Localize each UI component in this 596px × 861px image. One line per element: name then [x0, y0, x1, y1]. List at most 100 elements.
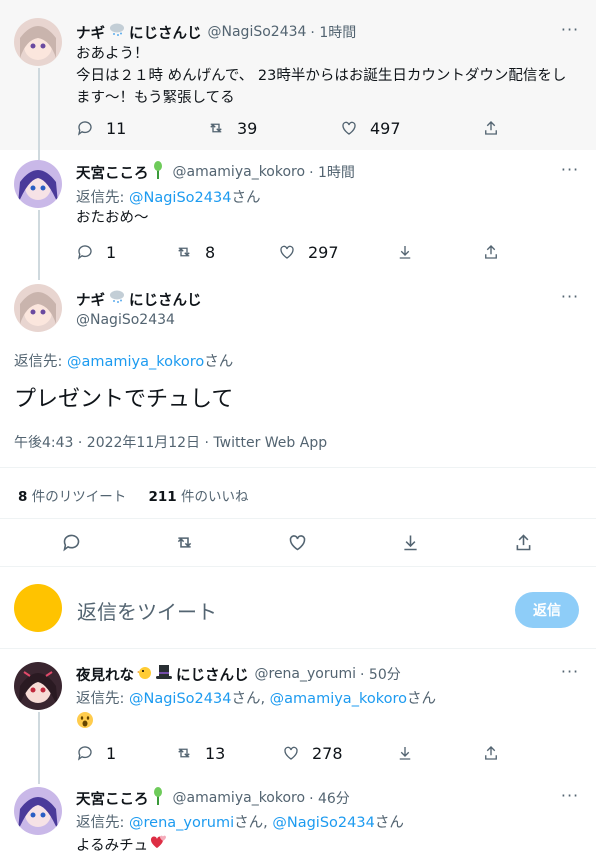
- tweet-text: よるみチュ: [76, 834, 168, 857]
- retweet-button[interactable]: 39: [207, 117, 257, 139]
- like-button[interactable]: 278: [282, 742, 343, 764]
- reply-count: 1: [106, 242, 117, 262]
- tweet-text-line: おあよう！: [76, 46, 149, 62]
- tweet-header: 天宮こころ @amamiya_kokoro · 46分: [76, 787, 350, 809]
- divider: [0, 648, 596, 649]
- tweet-header: 天宮こころ @amamiya_kokoro · 1時間: [76, 161, 355, 183]
- like-icon: [280, 245, 294, 259]
- retweet-stat-label: 件のリツイート: [27, 489, 127, 505]
- retweet-icon: [178, 247, 190, 257]
- like-icon: [289, 534, 306, 550]
- reply-prefix: 返信先:: [76, 815, 129, 831]
- replying-to: 返信先: @NagiSo2434さん: [76, 186, 260, 207]
- retweet-button[interactable]: [174, 531, 195, 553]
- reply-icon: [77, 245, 92, 260]
- avatar[interactable]: [14, 662, 62, 710]
- share-button[interactable]: [482, 117, 500, 139]
- retweet-icon: [178, 748, 190, 758]
- more-icon[interactable]: ···: [560, 788, 580, 810]
- retweet-icon: [210, 123, 222, 133]
- mention-link[interactable]: @NagiSo2434: [272, 815, 374, 831]
- user-handle[interactable]: @NagiSo2434: [208, 24, 307, 40]
- timestamp[interactable]: · 46分: [309, 788, 350, 808]
- display-name-suffix[interactable]: にじさんじ: [129, 22, 202, 43]
- display-name[interactable]: 天宮こころ: [76, 788, 149, 809]
- tweet-text-line: ます〜！もう緊張してる: [76, 90, 235, 106]
- reply-input[interactable]: 返信をツイート: [77, 596, 217, 625]
- thread-line: [38, 712, 40, 784]
- share-button[interactable]: [482, 742, 500, 764]
- more-icon[interactable]: ···: [560, 664, 580, 686]
- cloud-emoji: [108, 22, 126, 42]
- more-icon[interactable]: ···: [560, 289, 580, 311]
- thread-line: [38, 150, 40, 160]
- handle-row: @NagiSo2434: [76, 310, 175, 330]
- display-name[interactable]: ナギ: [76, 289, 105, 310]
- user-avatar[interactable]: [14, 584, 62, 632]
- avatar[interactable]: [14, 787, 62, 835]
- retweet-button[interactable]: 13: [175, 742, 225, 764]
- display-name[interactable]: 夜見れな: [76, 664, 134, 685]
- retweet-stat[interactable]: 8 件のリツイート: [18, 489, 126, 505]
- reply-button[interactable]: 1: [76, 742, 116, 764]
- more-icon[interactable]: ···: [560, 162, 580, 184]
- tophat-emoji: [155, 664, 173, 684]
- replying-to: 返信先: @amamiya_kokoroさん: [14, 350, 233, 371]
- download-button[interactable]: [396, 742, 414, 764]
- avatar[interactable]: [14, 18, 62, 66]
- display-name-suffix[interactable]: にじさんじ: [129, 289, 202, 310]
- share-icon: [485, 746, 497, 760]
- user-handle[interactable]: @rena_yorumi: [255, 666, 357, 682]
- share-icon: [485, 245, 497, 259]
- mention-link[interactable]: @NagiSo2434: [129, 691, 231, 707]
- reply-suffix: さん: [374, 815, 404, 831]
- like-button[interactable]: 297: [278, 241, 339, 263]
- reply-prefix: 返信先:: [76, 691, 129, 707]
- timestamp[interactable]: · 1時間: [310, 22, 356, 42]
- like-icon: [342, 121, 356, 135]
- download-icon: [399, 747, 411, 760]
- mention-link[interactable]: @NagiSo2434: [129, 190, 231, 206]
- reply-suffix: さん: [231, 190, 261, 206]
- scream-emoji: [76, 711, 94, 733]
- user-handle[interactable]: @NagiSo2434: [76, 312, 175, 328]
- download-button[interactable]: [400, 531, 421, 553]
- mention-link[interactable]: @amamiya_kokoro: [270, 691, 407, 707]
- display-name[interactable]: 天宮こころ: [76, 162, 149, 183]
- user-handle[interactable]: @amamiya_kokoro: [173, 164, 306, 180]
- main-tweet-text: プレゼントでチュして: [14, 387, 234, 412]
- share-button[interactable]: [482, 241, 500, 263]
- reply-submit-button[interactable]: 返信: [515, 592, 579, 628]
- reply-button[interactable]: 11: [76, 117, 126, 139]
- mention-link[interactable]: @rena_yorumi: [129, 815, 234, 831]
- timestamp[interactable]: · 50分: [360, 664, 401, 684]
- tweet-text-content: よるみチュ: [76, 837, 149, 854]
- retweet-button[interactable]: 8: [175, 241, 215, 263]
- download-button[interactable]: [396, 241, 414, 263]
- user-handle[interactable]: @amamiya_kokoro: [173, 790, 306, 806]
- reply-prefix: 返信先:: [14, 354, 67, 370]
- mention-link[interactable]: @amamiya_kokoro: [67, 354, 204, 370]
- avatar[interactable]: [14, 284, 62, 332]
- tweet-header: ナギ にじさんじ: [76, 289, 202, 309]
- tweet-metadata[interactable]: 午後4:43 · 2022年11月12日 · Twitter Web App: [14, 432, 327, 452]
- like-button[interactable]: [287, 531, 308, 553]
- more-icon[interactable]: ···: [560, 22, 580, 44]
- retweet-count: 13: [205, 743, 226, 763]
- display-name[interactable]: ナギ: [76, 22, 105, 43]
- tweet-text: おたおめ〜: [76, 210, 149, 226]
- avatar[interactable]: [14, 160, 62, 208]
- like-count: 278: [312, 743, 343, 763]
- tweet-text-line: 今日は２１時 めんげんで、 23時半からはお誕生日カウントダウン配信をし: [76, 68, 567, 84]
- display-name-suffix[interactable]: にじさんじ: [176, 664, 249, 685]
- reply-button[interactable]: 1: [76, 241, 116, 263]
- share-icon: [516, 533, 531, 550]
- reply-button[interactable]: [61, 531, 82, 553]
- share-button[interactable]: [513, 531, 534, 553]
- like-button[interactable]: 497: [340, 117, 401, 139]
- timestamp[interactable]: · 1時間: [309, 162, 355, 182]
- share-icon: [485, 121, 497, 135]
- reply-icon: [77, 746, 92, 761]
- like-stat[interactable]: 211 件のいいね: [149, 489, 249, 505]
- reply-suffix: さん: [204, 354, 234, 370]
